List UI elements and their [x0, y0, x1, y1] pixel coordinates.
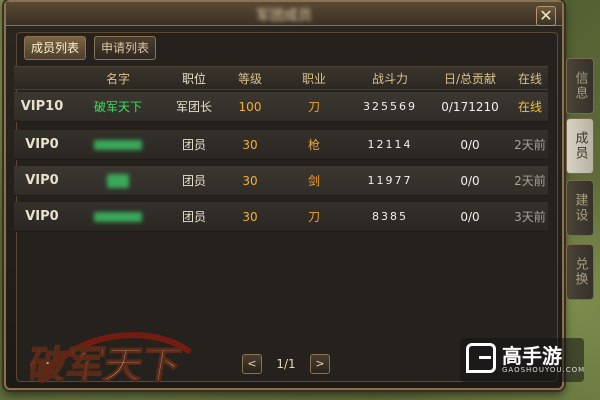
redacted-name-blur	[94, 139, 142, 150]
member-online-status: 3天前	[514, 210, 546, 224]
member-name: 破军天下	[93, 100, 142, 114]
svg-text:破军天下: 破军天下	[30, 343, 184, 388]
pagination: < 1/1 >	[242, 354, 330, 374]
header-online: 在线	[517, 71, 542, 86]
member-power: 11977	[367, 174, 413, 187]
redacted-name-blur	[94, 211, 142, 222]
member-online-status: 在线	[517, 100, 542, 114]
member-level: 100	[238, 99, 262, 114]
title-bar: 军团成员 ✕	[6, 2, 562, 26]
member-job: 枪	[307, 138, 320, 152]
member-position: 团员	[181, 138, 206, 152]
window-title: 军团成员	[256, 8, 312, 24]
member-job: 刀	[307, 100, 320, 114]
page-indicator: 1/1	[276, 357, 296, 371]
redacted-name-blur	[107, 173, 129, 188]
member-position: 团员	[181, 210, 206, 224]
member-position: 团员	[181, 174, 206, 188]
table-row[interactable]: VIP0 团员 30 枪 12114 0/0 2天前	[14, 130, 548, 160]
next-page-button[interactable]: >	[310, 354, 330, 374]
side-tab-construction[interactable]: 建设	[566, 180, 594, 236]
header-power: 战斗力	[371, 71, 408, 86]
member-contribution: 0/0	[460, 209, 480, 224]
member-position: 军团长	[175, 100, 212, 114]
header-contribution: 日/总贡献	[443, 71, 497, 86]
vip-level: VIP0	[25, 209, 59, 224]
side-tab-exchange[interactable]: 兑换	[566, 244, 594, 300]
member-online-status: 2天前	[514, 138, 546, 152]
member-level: 30	[242, 209, 258, 224]
member-contribution: 0/0	[460, 137, 480, 152]
table-row[interactable]: VIP0 团员 30 剑 11977 0/0 2天前	[14, 166, 548, 196]
member-name-redacted	[70, 166, 166, 195]
member-online-status: 2天前	[514, 174, 546, 188]
member-job: 剑	[307, 174, 320, 188]
site-logo-url: GAOSHOUYOU.COM	[502, 366, 586, 374]
game-logo: 破军天下	[30, 332, 192, 389]
header-name: 名字	[105, 71, 130, 86]
gaoshouyou-icon	[466, 343, 496, 373]
member-power: 12114	[367, 138, 413, 151]
header-job: 职业	[301, 71, 326, 86]
prev-page-button[interactable]: <	[242, 354, 262, 374]
tab-bar: 成员列表 申请列表	[24, 36, 156, 60]
vip-level: VIP0	[25, 173, 59, 188]
table-row[interactable]: VIP10 破军天下 军团长 100 刀 325569 0/171210 在线	[14, 92, 548, 122]
member-job: 刀	[307, 210, 320, 224]
side-tab-members[interactable]: 成员	[566, 118, 594, 174]
tab-member-list[interactable]: 成员列表	[24, 36, 86, 60]
header-position: 职位	[181, 71, 206, 86]
member-level: 30	[242, 137, 258, 152]
table-row[interactable]: VIP0 团员 30 刀 8385 0/0 3天前	[14, 202, 548, 232]
site-logo-text: 高手游	[502, 344, 562, 368]
member-power: 325569	[363, 100, 417, 113]
side-tab-info[interactable]: 信息	[566, 58, 594, 114]
member-name-redacted	[70, 202, 166, 231]
vip-level: VIP10	[20, 99, 64, 114]
tab-application-list[interactable]: 申请列表	[94, 36, 156, 60]
member-level: 30	[242, 173, 258, 188]
member-contribution: 0/0	[460, 173, 480, 188]
header-level: 等级	[237, 71, 262, 86]
member-power: 8385	[372, 210, 408, 223]
close-icon[interactable]: ✕	[536, 6, 556, 26]
vip-level: VIP0	[25, 137, 59, 152]
site-watermark-logo: 高手游 GAOSHOUYOU.COM	[460, 338, 584, 382]
member-name-redacted	[70, 130, 166, 159]
member-contribution: 0/171210	[441, 99, 499, 114]
table-header: 名字 职位 等级 职业 战斗力 日/总贡献 在线	[14, 66, 548, 90]
